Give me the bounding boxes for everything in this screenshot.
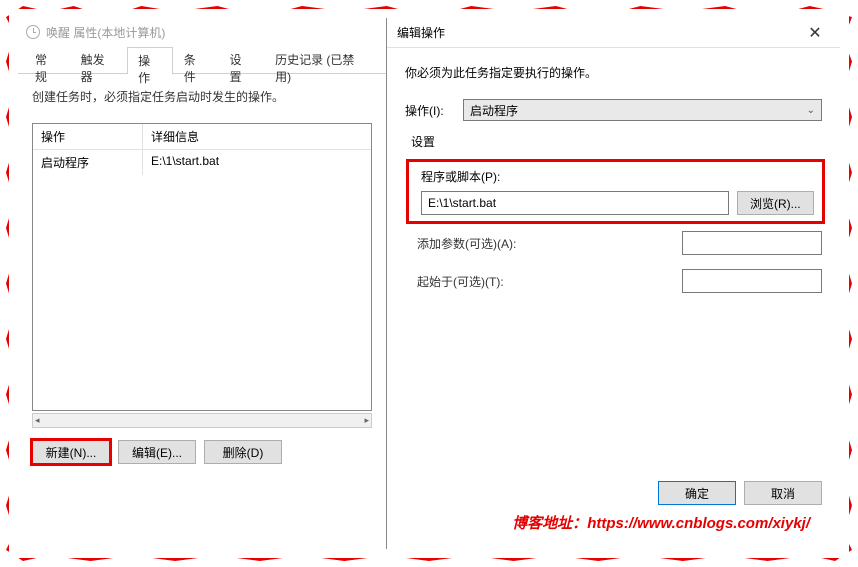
tab-triggers[interactable]: 触发器 bbox=[70, 46, 127, 73]
tab-actions[interactable]: 操作 bbox=[127, 47, 173, 74]
tabs-bar: 常规 触发器 操作 条件 设置 历史记录 (已禁用) bbox=[18, 46, 386, 74]
script-input[interactable] bbox=[421, 191, 729, 215]
horizontal-scrollbar[interactable]: ◂ ▸ bbox=[32, 413, 372, 428]
action-type-label: 操作(I): bbox=[405, 102, 455, 119]
dialog-title: 编辑操作 bbox=[397, 24, 445, 41]
tab-instruction: 创建任务时，必须指定任务启动时发生的操作。 bbox=[32, 88, 372, 105]
window-title: 唤醒 属性(本地计算机) bbox=[46, 24, 165, 41]
window-title-bar: 唤醒 属性(本地计算机) bbox=[18, 18, 386, 46]
cell-detail: E:\1\start.bat bbox=[143, 150, 371, 175]
close-icon[interactable]: ✕ bbox=[800, 23, 830, 43]
script-label: 程序或脚本(P): bbox=[421, 168, 814, 185]
startin-label: 起始于(可选)(T): bbox=[417, 273, 504, 290]
watermark-label: 博客地址： bbox=[512, 515, 587, 532]
dialog-instruction: 你必须为此任务指定要执行的操作。 bbox=[405, 64, 822, 81]
cell-action: 启动程序 bbox=[33, 150, 143, 175]
edit-action-dialog: 编辑操作 ✕ 你必须为此任务指定要执行的操作。 操作(I): 启动程序 ⌄ 设置… bbox=[386, 18, 840, 549]
ok-button[interactable]: 确定 bbox=[658, 481, 736, 505]
edit-button[interactable]: 编辑(E)... bbox=[118, 440, 196, 464]
chevron-down-icon: ⌄ bbox=[807, 105, 815, 116]
col-header-action[interactable]: 操作 bbox=[33, 124, 143, 149]
args-input[interactable] bbox=[682, 231, 822, 255]
scroll-right-icon[interactable]: ▸ bbox=[364, 415, 369, 426]
browse-button[interactable]: 浏览(R)... bbox=[737, 191, 814, 215]
watermark-link[interactable]: https://www.cnblogs.com/xiykj/ bbox=[587, 515, 810, 532]
clock-icon bbox=[26, 25, 40, 39]
task-properties-window: 唤醒 属性(本地计算机) 常规 触发器 操作 条件 设置 历史记录 (已禁用) … bbox=[18, 18, 386, 549]
settings-group-label: 设置 bbox=[411, 133, 822, 150]
watermark: 博客地址：https://www.cnblogs.com/xiykj/ bbox=[512, 512, 810, 533]
cancel-button[interactable]: 取消 bbox=[744, 481, 822, 505]
script-highlight: 程序或脚本(P): 浏览(R)... bbox=[409, 162, 822, 221]
action-type-value: 启动程序 bbox=[470, 102, 518, 119]
args-label: 添加参数(可选)(A): bbox=[417, 235, 516, 252]
new-button[interactable]: 新建(N)... bbox=[32, 440, 110, 464]
scroll-left-icon[interactable]: ◂ bbox=[35, 415, 40, 426]
table-row[interactable]: 启动程序 E:\1\start.bat bbox=[33, 150, 371, 175]
col-header-detail[interactable]: 详细信息 bbox=[143, 124, 371, 149]
tab-conditions[interactable]: 条件 bbox=[173, 46, 219, 73]
tab-settings[interactable]: 设置 bbox=[218, 46, 264, 73]
tab-general[interactable]: 常规 bbox=[24, 46, 70, 73]
startin-input[interactable] bbox=[682, 269, 822, 293]
delete-button[interactable]: 删除(D) bbox=[204, 440, 282, 464]
actions-table: 操作 详细信息 启动程序 E:\1\start.bat bbox=[32, 123, 372, 411]
action-type-select[interactable]: 启动程序 ⌄ bbox=[463, 99, 822, 121]
tab-history[interactable]: 历史记录 (已禁用) bbox=[264, 46, 380, 73]
